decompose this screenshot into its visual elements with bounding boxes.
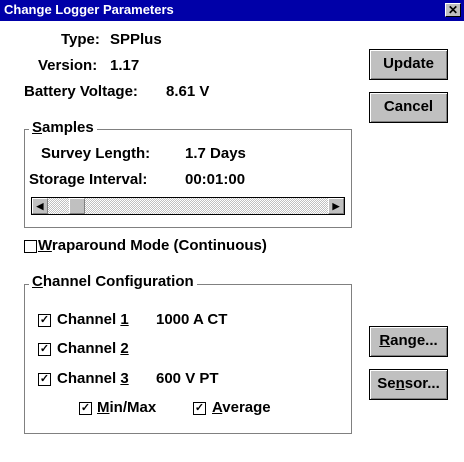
version-value: 1.17 xyxy=(110,57,140,74)
close-icon[interactable]: ✕ xyxy=(445,3,461,17)
samples-group-label: Samples xyxy=(29,119,97,136)
scroll-left-icon[interactable]: ◀ xyxy=(32,198,48,214)
change-logger-dialog: Change Logger Parameters ✕ Type: SPPlus … xyxy=(0,0,464,462)
minmax-checkbox[interactable]: ✓ xyxy=(79,402,92,415)
samples-mnemonic: S xyxy=(32,119,43,136)
channel-1-description: 1000 A CT xyxy=(156,311,228,328)
storage-interval-scrollbar[interactable]: ◀ ▶ xyxy=(31,197,345,215)
sensor-label-suffix: sor... xyxy=(404,375,440,392)
channel-1-mnemonic: 1 xyxy=(120,311,129,328)
minmax-label[interactable]: Min/Max xyxy=(97,399,156,416)
range-button[interactable]: Range... xyxy=(369,326,448,357)
channel-3-label[interactable]: Channel 3 xyxy=(57,370,129,387)
sensor-mnemonic: n xyxy=(395,375,405,392)
update-button[interactable]: Update xyxy=(369,49,448,80)
channel-config-mnemonic: C xyxy=(32,273,43,290)
battery-voltage-value: 8.61 V xyxy=(166,83,210,100)
minmax-mnemonic: M xyxy=(97,399,110,416)
battery-voltage-label: Battery Voltage: xyxy=(24,83,138,100)
wraparound-label[interactable]: Wraparound Mode (Continuous) xyxy=(38,237,267,254)
channel-config-label-suffix: hannel Configuration xyxy=(42,273,194,290)
minmax-label-suffix: in/Max xyxy=(109,399,157,416)
type-label: Type: xyxy=(61,31,100,48)
wraparound-checkbox[interactable] xyxy=(24,240,37,253)
sensor-button[interactable]: Sensor... xyxy=(369,369,448,400)
channel-1-checkbox[interactable]: ✓ xyxy=(38,314,51,327)
version-label: Version: xyxy=(38,57,98,74)
cancel-button[interactable]: Cancel xyxy=(369,92,448,123)
wraparound-mnemonic: W xyxy=(38,237,52,254)
average-label[interactable]: Average xyxy=(212,399,271,416)
scroll-right-icon[interactable]: ▶ xyxy=(328,198,344,214)
samples-label-suffix: amples xyxy=(42,119,94,136)
channel-2-checkbox[interactable]: ✓ xyxy=(38,343,51,356)
channel-configuration-label: Channel Configuration xyxy=(29,273,197,290)
channel-3-checkbox[interactable]: ✓ xyxy=(38,373,51,386)
channel-3-mnemonic: 3 xyxy=(120,370,129,387)
average-checkbox[interactable]: ✓ xyxy=(193,402,206,415)
channel-2-label[interactable]: Channel 2 xyxy=(57,340,129,357)
scroll-thumb[interactable] xyxy=(69,198,85,214)
channel-2-mnemonic: 2 xyxy=(120,340,129,357)
channel-3-description: 600 V PT xyxy=(156,370,219,387)
range-mnemonic: R xyxy=(379,332,391,349)
average-label-suffix: verage xyxy=(222,399,271,416)
range-label-suffix: ange... xyxy=(390,332,438,349)
type-value: SPPlus xyxy=(110,31,162,48)
window-title: Change Logger Parameters xyxy=(4,2,174,17)
title-bar: Change Logger Parameters ✕ xyxy=(0,0,464,21)
survey-length-value: 1.7 Days xyxy=(185,145,246,162)
wraparound-label-suffix: raparound Mode (Continuous) xyxy=(51,237,267,254)
channel-2-prefix: Channel xyxy=(57,340,121,357)
channel-1-label[interactable]: Channel 1 xyxy=(57,311,129,328)
storage-interval-value: 00:01:00 xyxy=(185,171,246,188)
average-mnemonic: A xyxy=(212,399,223,416)
channel-1-prefix: Channel xyxy=(57,311,121,328)
channel-3-prefix: Channel xyxy=(57,370,121,387)
channel-configuration-group xyxy=(24,284,352,434)
sensor-label-prefix: Se xyxy=(377,375,396,392)
survey-length-label: Survey Length: xyxy=(41,145,151,162)
storage-interval-label: Storage Interval: xyxy=(29,171,148,188)
